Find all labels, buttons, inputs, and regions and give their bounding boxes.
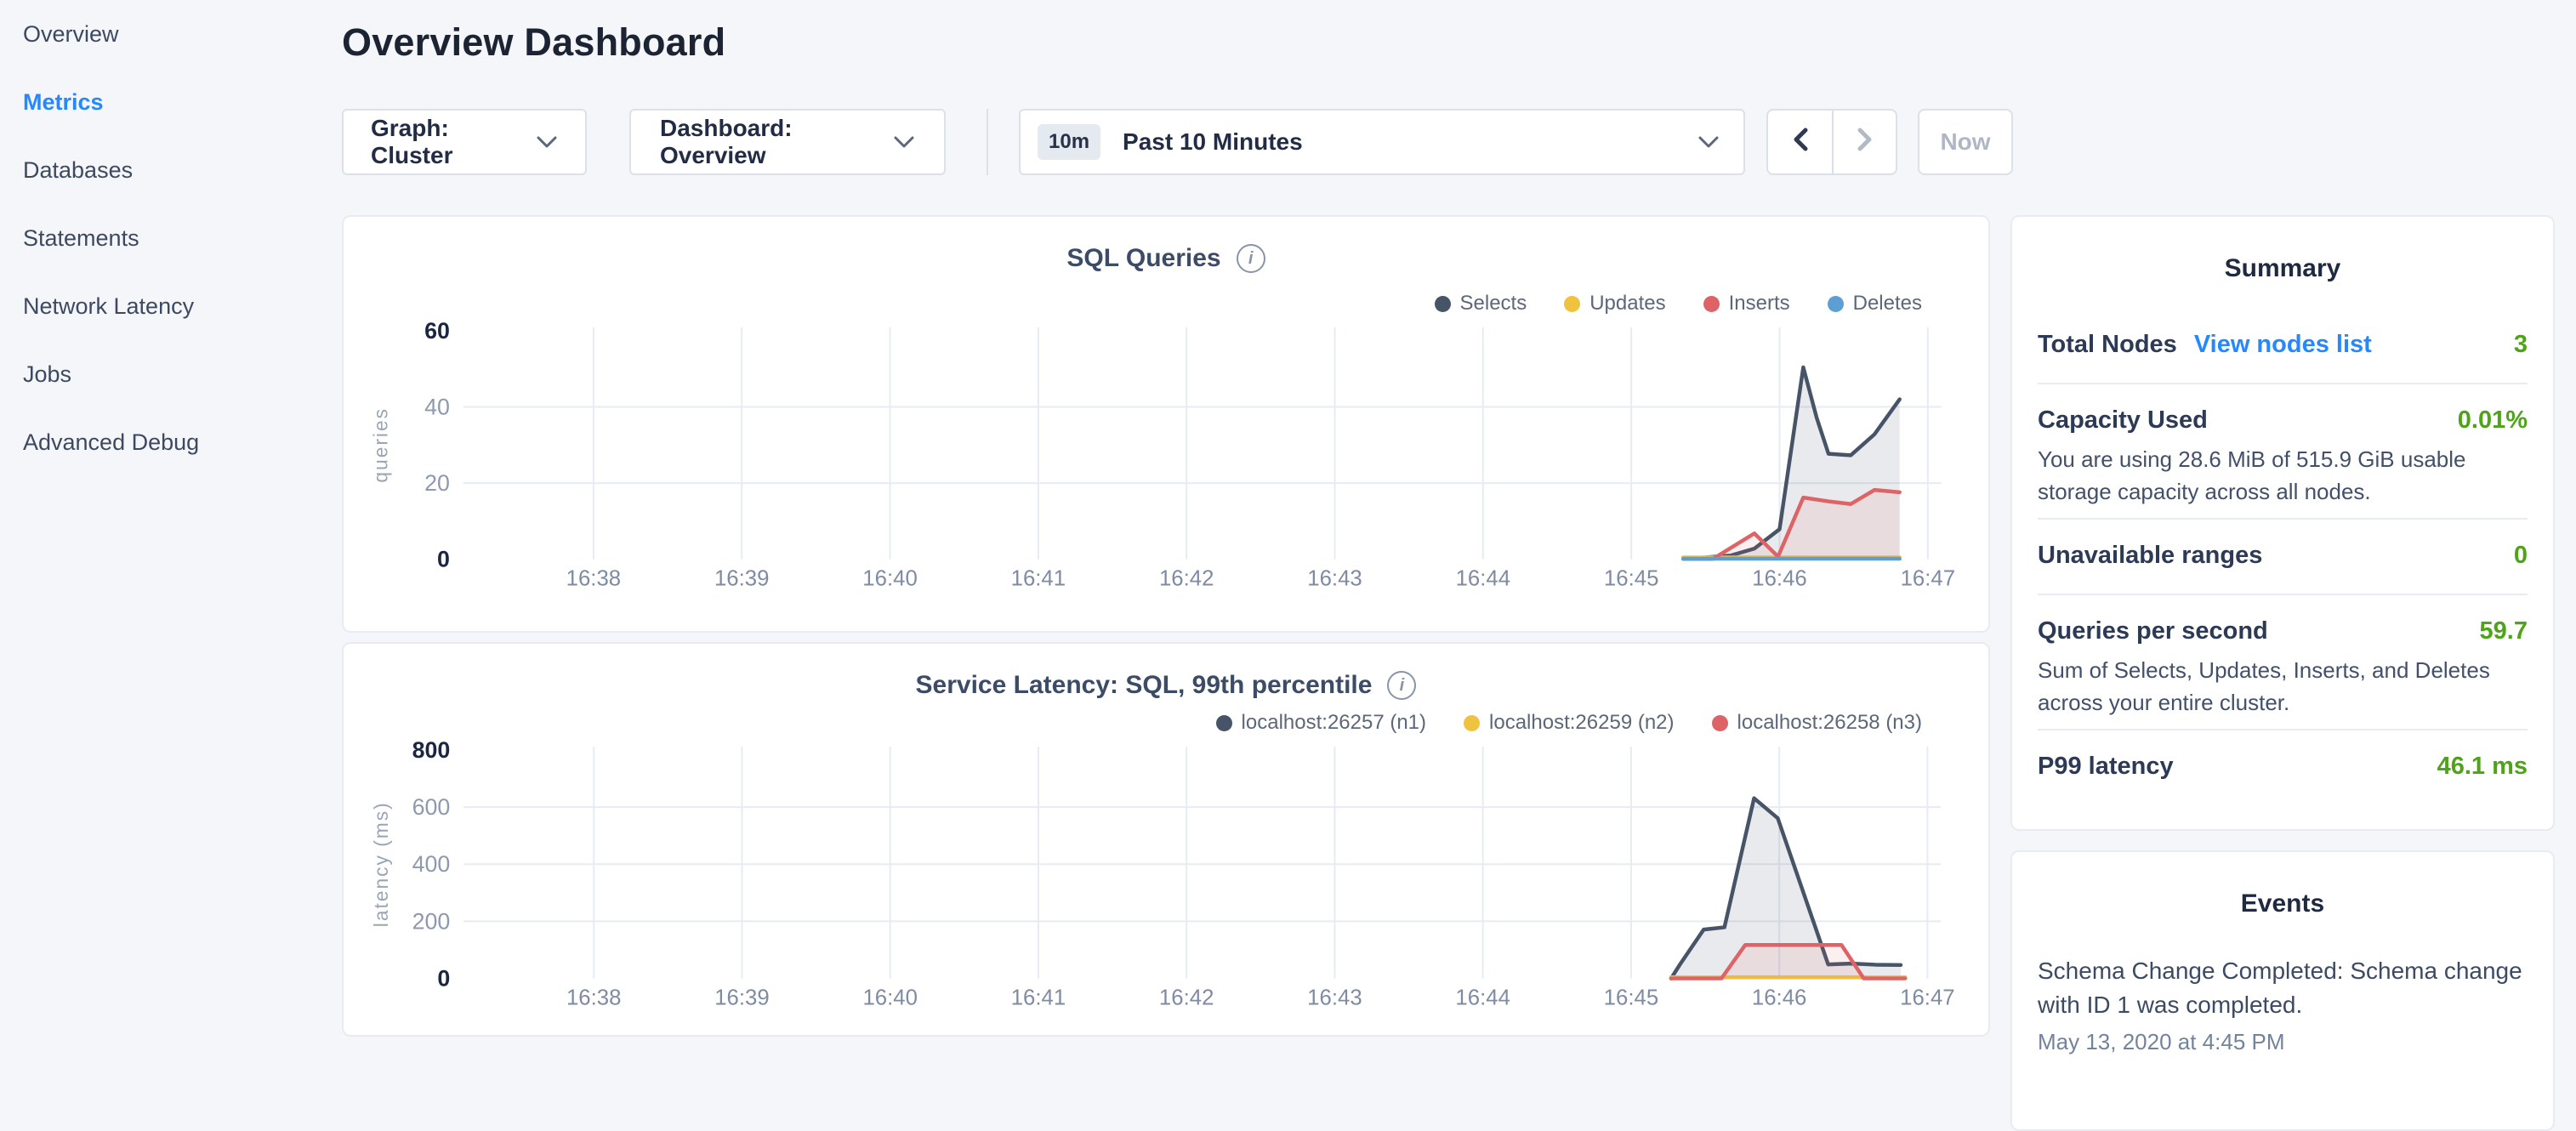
- now-button[interactable]: Now: [1918, 109, 2013, 175]
- svg-text:16:45: 16:45: [1604, 986, 1658, 1009]
- svg-text:16:47: 16:47: [1901, 566, 1955, 590]
- chevron-left-icon: [1791, 127, 1810, 158]
- chevron-down-icon: [1697, 135, 1720, 149]
- event-message: Schema Change Completed: Schema change w…: [2038, 954, 2528, 1022]
- chevron-down-icon: [893, 135, 915, 149]
- time-range-badge: 10m: [1038, 124, 1100, 160]
- dashboard-dropdown[interactable]: Dashboard: Overview: [629, 109, 946, 175]
- summary-label: Total Nodes: [2038, 331, 2177, 359]
- svg-text:200: 200: [412, 908, 451, 934]
- summary-row-queries-per-second: Queries per second 59.7: [2038, 617, 2528, 645]
- chevron-right-icon: [1856, 127, 1874, 158]
- sidebar-item-jobs[interactable]: Jobs: [0, 340, 342, 408]
- summary-label: P99 latency: [2038, 753, 2174, 781]
- sidebar-item-statements[interactable]: Statements: [0, 204, 342, 272]
- svg-text:16:41: 16:41: [1011, 566, 1066, 590]
- summary-value: 59.7: [2480, 617, 2528, 645]
- svg-text:16:47: 16:47: [1900, 986, 1954, 1009]
- svg-text:16:41: 16:41: [1011, 986, 1066, 1009]
- svg-text:800: 800: [412, 737, 451, 763]
- svg-text:0: 0: [437, 547, 450, 572]
- svg-text:16:43: 16:43: [1307, 566, 1362, 590]
- svg-text:16:40: 16:40: [862, 566, 917, 590]
- events-title: Events: [2038, 889, 2528, 918]
- dashboard-label: Dashboard: Overview: [660, 115, 871, 169]
- divider: [2038, 729, 2528, 730]
- graph-scope-label: Graph: Cluster: [371, 115, 514, 169]
- summary-panel: Summary Total Nodes View nodes list 3 Ca…: [2010, 215, 2555, 831]
- svg-text:16:46: 16:46: [1752, 986, 1806, 1009]
- chevron-down-icon: [536, 135, 558, 149]
- summary-value: 3: [2514, 331, 2528, 359]
- summary-title: Summary: [2038, 254, 2528, 283]
- sql-queries-plot[interactable]: 16:38 16:39 16:40 16:41 16:42 16:43 16:44 16:45…: [344, 217, 1988, 631]
- svg-text:0: 0: [437, 966, 450, 992]
- summary-value: 46.1 ms: [2437, 753, 2528, 781]
- divider: [2038, 383, 2528, 384]
- event-timestamp: May 13, 2020 at 4:45 PM: [2038, 1029, 2528, 1055]
- svg-text:40: 40: [424, 394, 450, 419]
- svg-text:16:46: 16:46: [1752, 566, 1806, 590]
- svg-text:16:45: 16:45: [1604, 566, 1658, 590]
- sidebar-item-overview[interactable]: Overview: [0, 0, 342, 68]
- time-step-forward-button[interactable]: [1832, 111, 1896, 173]
- svg-text:400: 400: [412, 851, 451, 877]
- divider: [2038, 594, 2528, 595]
- summary-label: Unavailable ranges: [2038, 542, 2262, 570]
- graph-scope-dropdown[interactable]: Graph: Cluster: [342, 109, 587, 175]
- summary-row-p99-latency: P99 latency 46.1 ms: [2038, 753, 2528, 781]
- svg-text:60: 60: [424, 318, 450, 344]
- summary-label: Queries per second: [2038, 617, 2268, 645]
- sql-queries-chart-card: SQL Queries i Selects Updates Inserts De…: [342, 215, 1990, 633]
- svg-text:16:40: 16:40: [862, 986, 917, 1009]
- sidebar-item-network-latency[interactable]: Network Latency: [0, 272, 342, 340]
- time-range-selector[interactable]: 10m Past 10 Minutes: [1019, 109, 1745, 175]
- controls-divider: [987, 109, 988, 175]
- summary-description: You are using 28.6 MiB of 515.9 GiB usab…: [2038, 443, 2528, 508]
- summary-value: 0.01%: [2458, 406, 2528, 435]
- svg-text:16:38: 16:38: [566, 566, 621, 590]
- svg-text:16:42: 16:42: [1159, 566, 1214, 590]
- summary-value: 0: [2514, 542, 2528, 570]
- svg-text:queries: queries: [370, 407, 392, 483]
- svg-text:16:39: 16:39: [714, 566, 769, 590]
- time-step-buttons: [1766, 109, 1897, 175]
- summary-row-unavailable-ranges: Unavailable ranges 0: [2038, 542, 2528, 570]
- time-step-back-button[interactable]: [1768, 111, 1832, 173]
- service-latency-plot[interactable]: 16:38 16:39 16:40 16:41 16:42 16:43 16:44 16:45…: [344, 644, 1988, 1035]
- svg-text:600: 600: [412, 794, 451, 820]
- sidebar-item-databases[interactable]: Databases: [0, 136, 342, 204]
- summary-description: Sum of Selects, Updates, Inserts, and De…: [2038, 654, 2528, 719]
- svg-text:16:38: 16:38: [566, 986, 621, 1009]
- svg-text:16:42: 16:42: [1159, 986, 1214, 1009]
- divider: [2038, 518, 2528, 520]
- summary-row-capacity-used: Capacity Used 0.01%: [2038, 406, 2528, 435]
- svg-text:20: 20: [424, 470, 450, 496]
- events-panel: Events Schema Change Completed: Schema c…: [2010, 850, 2555, 1131]
- summary-label: Capacity Used: [2038, 406, 2208, 435]
- page-title: Overview Dashboard: [342, 20, 725, 65]
- svg-text:latency (ms): latency (ms): [370, 801, 392, 927]
- sidebar: Overview Metrics Databases Statements Ne…: [0, 0, 342, 1051]
- summary-row-total-nodes: Total Nodes View nodes list 3: [2038, 331, 2528, 359]
- svg-text:16:44: 16:44: [1455, 986, 1510, 1009]
- svg-text:16:39: 16:39: [714, 986, 769, 1009]
- time-range-label: Past 10 Minutes: [1123, 128, 1303, 156]
- sidebar-item-advanced-debug[interactable]: Advanced Debug: [0, 408, 342, 476]
- sidebar-item-metrics[interactable]: Metrics: [0, 68, 342, 136]
- service-latency-chart-card: Service Latency: SQL, 99th percentile i …: [342, 642, 1990, 1037]
- svg-text:16:44: 16:44: [1456, 566, 1510, 590]
- svg-text:16:43: 16:43: [1307, 986, 1362, 1009]
- view-nodes-list-link[interactable]: View nodes list: [2194, 331, 2372, 359]
